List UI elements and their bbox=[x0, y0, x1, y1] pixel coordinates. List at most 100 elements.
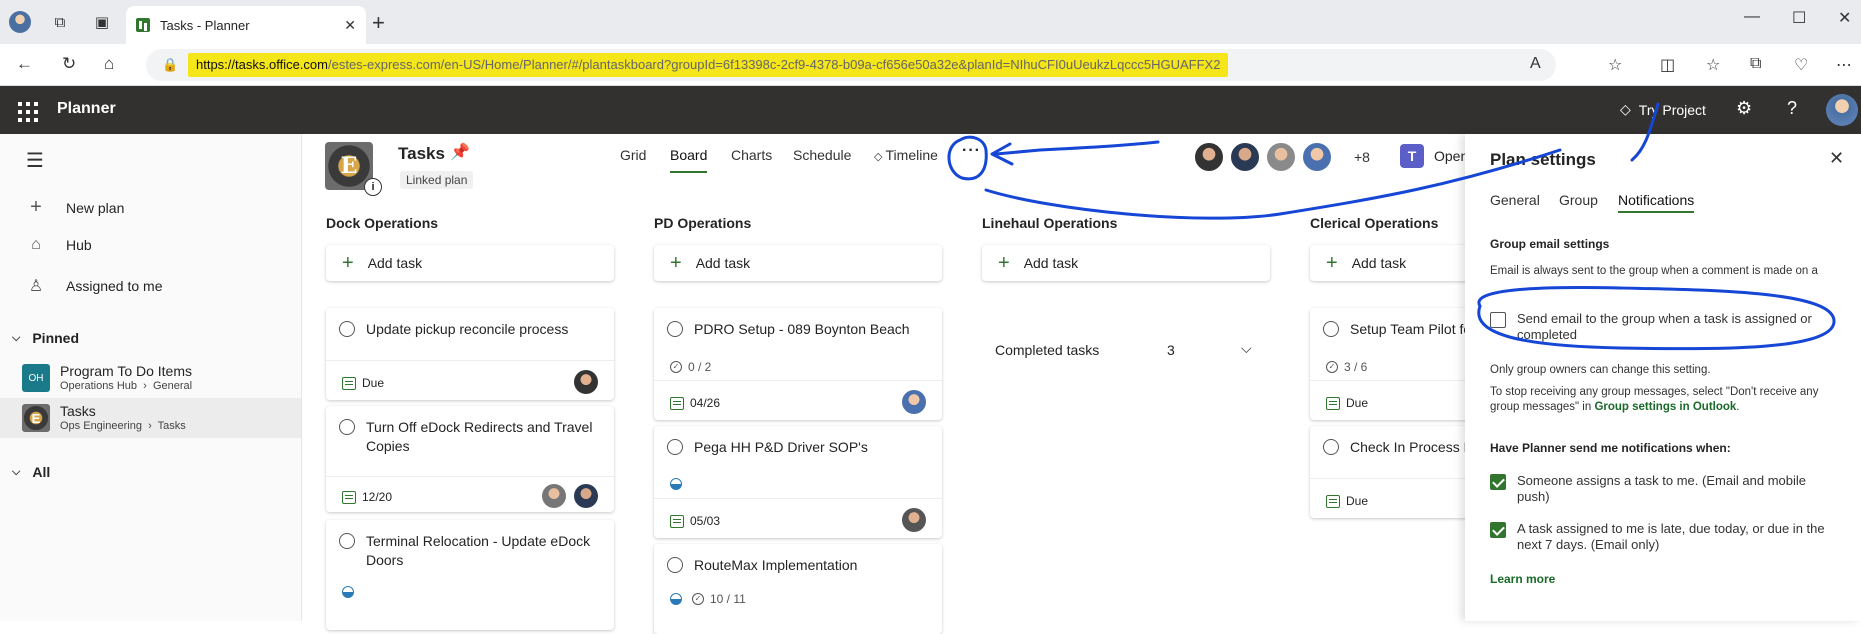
assignee-avatar[interactable] bbox=[902, 508, 926, 532]
task-card[interactable]: Pega HH P&D Driver SOP's 05/03 bbox=[654, 426, 942, 538]
app-name[interactable]: Planner bbox=[57, 100, 116, 118]
settings-more-icon[interactable]: ⋯ bbox=[1836, 55, 1852, 75]
home-icon[interactable]: ⌂ bbox=[104, 54, 114, 74]
send-email-checkbox[interactable]: Send email to the group when a task is a… bbox=[1490, 311, 1840, 343]
profile-avatar-icon[interactable] bbox=[8, 10, 32, 34]
open-in-teams-button[interactable]: T Open bbox=[1400, 144, 1468, 168]
assignee-avatar[interactable] bbox=[574, 484, 598, 508]
new-tab-icon[interactable]: + bbox=[372, 10, 385, 36]
add-task-button[interactable]: + Add task bbox=[654, 245, 942, 281]
tab-grid[interactable]: Grid bbox=[620, 147, 646, 163]
member-count[interactable]: +8 bbox=[1354, 149, 1370, 165]
task-due: 05/03 bbox=[670, 514, 720, 528]
split-screen-icon[interactable]: ◫ bbox=[1660, 55, 1675, 75]
complete-circle-icon[interactable] bbox=[1323, 321, 1339, 337]
checkbox-checked[interactable] bbox=[1490, 522, 1506, 538]
tab-schedule[interactable]: Schedule bbox=[793, 147, 851, 163]
tab-actions-icon[interactable]: ▣ bbox=[90, 10, 114, 34]
tab-general[interactable]: General bbox=[1490, 192, 1540, 208]
add-task-button[interactable]: + Add task bbox=[326, 245, 614, 281]
bucket-title-dock[interactable]: Dock Operations bbox=[326, 215, 438, 231]
group-settings-outlook-link[interactable]: Group settings in Outlook bbox=[1594, 401, 1736, 413]
complete-circle-icon[interactable] bbox=[667, 321, 683, 337]
plus-icon: + bbox=[670, 251, 682, 274]
task-card[interactable]: Terminal Relocation - Update eDock Doors bbox=[326, 520, 614, 630]
nav-new-plan[interactable]: + New plan bbox=[24, 196, 124, 219]
nav-hub[interactable]: ⌂ Hub bbox=[24, 236, 92, 254]
checkbox-unchecked[interactable] bbox=[1490, 312, 1506, 328]
member-avatar[interactable] bbox=[1265, 141, 1297, 173]
complete-circle-icon[interactable] bbox=[667, 439, 683, 455]
assignee-avatar[interactable] bbox=[542, 484, 566, 508]
chevron-down-icon: ⌵ bbox=[1241, 340, 1252, 356]
settings-gear-icon[interactable]: ⚙ bbox=[1736, 98, 1752, 119]
url-field[interactable]: 🔒 https://tasks.office.com/estes-express… bbox=[146, 49, 1556, 81]
assignee-avatar[interactable] bbox=[574, 370, 598, 394]
learn-more-link[interactable]: Learn more bbox=[1490, 572, 1555, 586]
refresh-icon[interactable]: ↻ bbox=[62, 54, 76, 74]
hamburger-menu-icon[interactable]: ☰ bbox=[26, 148, 44, 173]
task-card[interactable]: Turn Off eDock Redirects and Travel Copi… bbox=[326, 406, 614, 512]
complete-circle-icon[interactable] bbox=[1323, 439, 1339, 455]
task-title: Terminal Relocation - Update eDock Doors bbox=[366, 533, 591, 568]
try-project-button[interactable]: ◇ Try Project bbox=[1620, 101, 1706, 118]
close-window-icon[interactable]: ✕ bbox=[1838, 8, 1851, 28]
app-launcher-icon[interactable] bbox=[14, 98, 38, 122]
tab-notifications[interactable]: Notifications bbox=[1618, 192, 1695, 213]
collections-icon[interactable]: ⧉ bbox=[48, 10, 72, 34]
member-avatar[interactable] bbox=[1301, 141, 1333, 173]
all-section-header[interactable]: ⌵ All bbox=[12, 464, 50, 480]
pinned-label: Pinned bbox=[32, 330, 80, 346]
nav-assigned-to-me[interactable]: ♙ Assigned to me bbox=[24, 276, 163, 296]
member-avatar[interactable] bbox=[1193, 141, 1225, 173]
completed-tasks-toggle[interactable]: Completed tasks 3 ⌵ bbox=[995, 340, 1255, 358]
url-text: https://tasks.office.com/estes-express.c… bbox=[188, 53, 1229, 77]
minimize-icon[interactable]: — bbox=[1744, 8, 1760, 26]
assignee-avatar[interactable] bbox=[902, 390, 926, 414]
tab-timeline[interactable]: ◇ Timeline bbox=[874, 147, 938, 163]
checkbox-checked[interactable] bbox=[1490, 474, 1506, 490]
pin-icon[interactable]: 📌 bbox=[450, 142, 470, 162]
notify-assigned-checkbox[interactable]: Someone assigns a task to me. (Email and… bbox=[1490, 473, 1840, 505]
maximize-icon[interactable]: ☐ bbox=[1792, 8, 1806, 28]
browser-tab-bar: ⧉ ▣ Tasks - Planner ✕ + — ☐ ✕ bbox=[0, 0, 1861, 44]
help-icon[interactable]: ? bbox=[1787, 98, 1797, 119]
collections-toolbar-icon[interactable]: ⧉ bbox=[1750, 55, 1761, 73]
add-task-button[interactable]: + Add task bbox=[982, 245, 1270, 281]
more-options-button[interactable]: ··· bbox=[962, 142, 981, 160]
notify-late-checkbox[interactable]: A task assigned to me is late, due today… bbox=[1490, 521, 1840, 553]
card-divider bbox=[654, 380, 942, 381]
add-task-label: Add task bbox=[695, 255, 751, 271]
tab-board[interactable]: Board bbox=[670, 147, 708, 173]
bucket-title-clerical[interactable]: Clerical Operations bbox=[1310, 215, 1438, 231]
browser-tab-planner[interactable]: Tasks - Planner ✕ bbox=[126, 6, 366, 44]
read-aloud-icon[interactable]: A bbox=[1530, 55, 1541, 73]
lock-icon[interactable]: 🔒 bbox=[162, 57, 178, 73]
in-progress-icon bbox=[342, 586, 354, 598]
favorite-star-icon[interactable]: ☆ bbox=[1608, 55, 1622, 75]
info-icon[interactable]: i bbox=[364, 178, 382, 196]
close-tab-icon[interactable]: ✕ bbox=[344, 17, 356, 34]
tab-charts[interactable]: Charts bbox=[731, 147, 772, 163]
pinned-plan-program-to-do[interactable]: OH Program To Do Items Operations Hub › … bbox=[0, 358, 301, 398]
complete-circle-icon[interactable] bbox=[339, 321, 355, 337]
task-due: Due bbox=[342, 376, 384, 390]
account-avatar[interactable] bbox=[1826, 94, 1858, 126]
favorites-icon[interactable]: ☆ bbox=[1706, 55, 1720, 75]
member-avatar[interactable] bbox=[1229, 141, 1261, 173]
pinned-plan-tasks[interactable]: E Tasks Ops Engineering › Tasks bbox=[0, 398, 301, 438]
task-card[interactable]: PDRO Setup - 089 Boynton Beach ✓ 0 / 2 04… bbox=[654, 308, 942, 420]
complete-circle-icon[interactable] bbox=[339, 419, 355, 435]
close-icon[interactable]: ✕ bbox=[1829, 148, 1844, 169]
bucket-title-linehaul[interactable]: Linehaul Operations bbox=[982, 215, 1117, 231]
task-card[interactable]: Update pickup reconcile process Due bbox=[326, 308, 614, 400]
tab-group[interactable]: Group bbox=[1559, 192, 1598, 208]
pinned-section-header[interactable]: ⌵ Pinned bbox=[12, 330, 79, 346]
bucket-title-pd[interactable]: PD Operations bbox=[654, 215, 751, 231]
browser-tab-title: Tasks - Planner bbox=[160, 17, 250, 33]
complete-circle-icon[interactable] bbox=[339, 533, 355, 549]
plan-settings-panel: Plan settings ✕ General Group Notificati… bbox=[1465, 134, 1861, 621]
complete-circle-icon[interactable] bbox=[667, 557, 683, 573]
browser-essentials-icon[interactable]: ♡ bbox=[1794, 55, 1808, 75]
back-icon[interactable]: ← bbox=[16, 54, 33, 74]
